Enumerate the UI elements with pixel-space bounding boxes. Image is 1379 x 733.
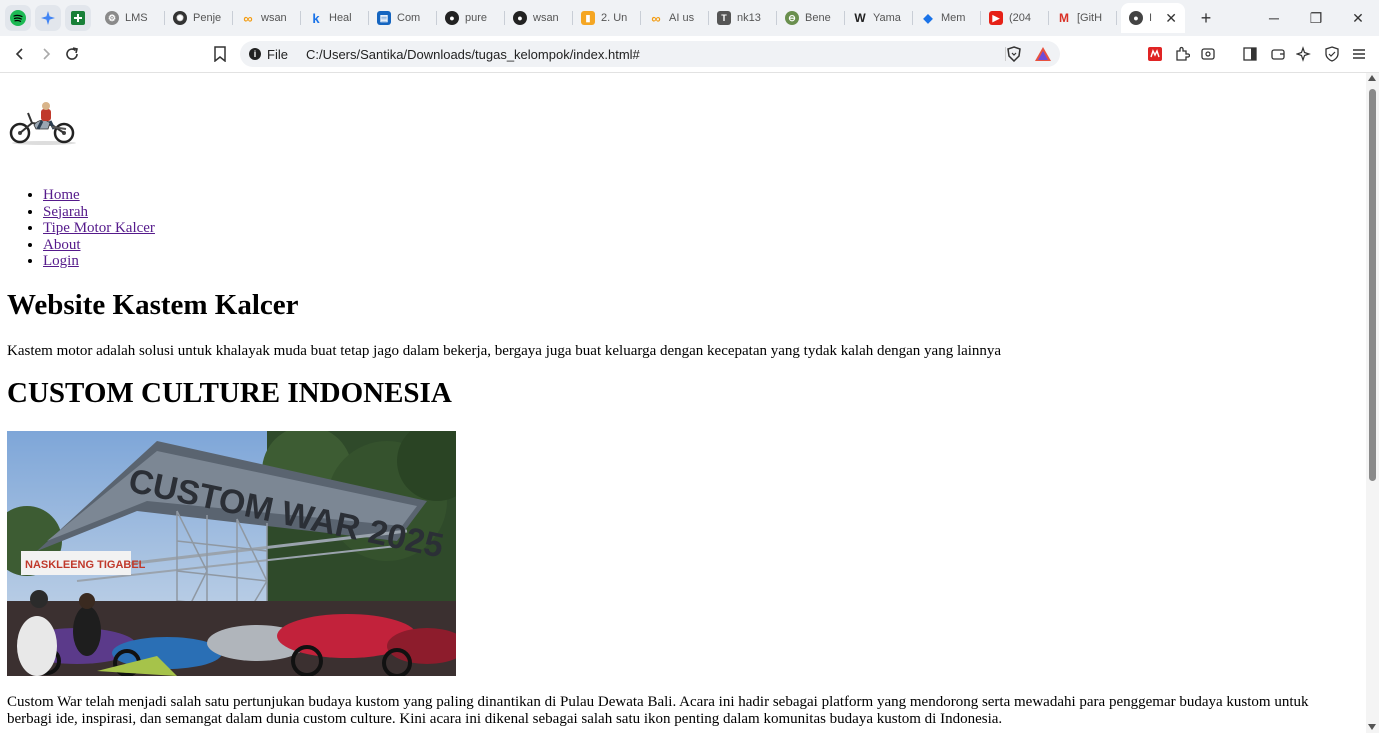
chart-icon: ▮ [581, 11, 595, 25]
sidebar-button[interactable] [1238, 42, 1262, 66]
globe-icon: ⊖ [785, 11, 799, 25]
vpn-button[interactable] [1320, 42, 1344, 66]
infinity-icon: ∞ [651, 10, 661, 26]
nav-item-about: About [43, 237, 155, 254]
nav-item-tipe-motor: Tipe Motor Kalcer [43, 220, 155, 237]
spotify-icon[interactable] [5, 5, 31, 31]
nav-link-login[interactable]: Login [43, 253, 79, 269]
tab-gmail[interactable]: M [GitH [1049, 3, 1117, 33]
nav-item-sejarah: Sejarah [43, 204, 155, 221]
nav-link-home[interactable]: Home [43, 187, 80, 203]
tab-com[interactable]: ▤ Com [369, 3, 437, 33]
url-text[interactable]: C:/Users/Santika/Downloads/tugas_kelompo… [306, 47, 640, 62]
section-heading: CUSTOM CULTURE INDONESIA [7, 377, 452, 409]
code-icon: ◆ [923, 11, 933, 25]
github-icon: ● [445, 11, 459, 25]
tab-wsan[interactable]: ∞ wsan [233, 3, 301, 33]
nav-link-tipe-motor[interactable]: Tipe Motor Kalcer [43, 220, 155, 236]
tab-2-un[interactable]: ▮ 2. Un [573, 3, 641, 33]
arrow-right-icon [43, 48, 51, 60]
page-title: Website Kastem Kalcer [7, 289, 299, 321]
new-tab-button[interactable]: + [1195, 8, 1217, 29]
tab-yama[interactable]: W Yama [845, 3, 913, 33]
bookmark-button[interactable] [208, 42, 232, 66]
tab-active[interactable]: ● I ✕ [1121, 3, 1185, 33]
ai-sparkle-icon[interactable] [35, 5, 61, 31]
sign-text: NASKLEENG TIGABEL [25, 559, 146, 571]
youtube-icon: ▶ [989, 11, 1003, 25]
restore-button[interactable]: ❐ [1295, 0, 1337, 36]
window-controls: ─ ❐ ✕ [1253, 0, 1379, 36]
tab-ai-us[interactable]: ∞ AI us [641, 3, 709, 33]
tab-bene[interactable]: ⊖ Bene [777, 3, 845, 33]
main-nav: Home Sejarah Tipe Motor Kalcer About Log… [8, 187, 155, 270]
scroll-thumb[interactable] [1369, 89, 1376, 481]
pdf-extension-button[interactable] [1143, 42, 1167, 66]
browser-toolbar: i File C:/Users/Santika/Downloads/tugas_… [0, 36, 1379, 73]
body-paragraph: Custom War telah menjadi salah satu pert… [7, 694, 1309, 727]
forward-button[interactable] [34, 42, 58, 66]
info-icon[interactable]: i [249, 48, 261, 60]
tab-list: ⚙ LMS ✺ Penje ∞ wsan k Heal ▤ Com ● pure ● wsan… [97, 3, 1217, 33]
motorcycle-logo [9, 102, 76, 145]
shield-icon [1325, 46, 1339, 62]
capture-icon [1201, 48, 1215, 60]
nav-link-about[interactable]: About [43, 237, 81, 253]
k-icon: k [312, 10, 320, 26]
intro-paragraph: Kastem motor adalah solusi untuk khalaya… [7, 343, 1002, 359]
pinned-tabs [0, 5, 91, 31]
tab-pure[interactable]: ● pure [437, 3, 505, 33]
sparkle-icon [1296, 46, 1311, 62]
tab-heal[interactable]: k Heal [301, 3, 369, 33]
book-icon: ▤ [377, 11, 391, 25]
lms-icon: ⚙ [105, 11, 119, 25]
leo-ai-button[interactable] [1292, 42, 1316, 66]
wikipedia-icon: W [854, 11, 866, 25]
shirt-icon: T [717, 11, 731, 25]
nav-link-sejarah[interactable]: Sejarah [43, 204, 88, 220]
tab-youtube[interactable]: ▶ (204 [981, 3, 1049, 33]
github-icon: ● [513, 11, 527, 25]
infinity-icon: ∞ [243, 10, 253, 26]
nav-item-home: Home [43, 187, 155, 204]
close-window-button[interactable]: ✕ [1337, 0, 1379, 36]
gmail-icon: M [1059, 11, 1069, 25]
tab-mem[interactable]: ◆ Mem [913, 3, 981, 33]
brave-shield-icon[interactable] [1006, 46, 1022, 62]
tab-penje[interactable]: ✺ Penje [165, 3, 233, 33]
address-bar[interactable]: i File C:/Users/Santika/Downloads/tugas_… [240, 41, 1060, 67]
custom-war-photo: CUSTOM WAR 2025 NASKLEENG TIGABEL [7, 431, 456, 676]
wallet-icon [1271, 49, 1285, 60]
pdf-icon [1148, 47, 1162, 61]
scroll-up-arrow[interactable] [1368, 75, 1376, 81]
page-viewport: Home Sejarah Tipe Motor Kalcer About Log… [0, 73, 1366, 733]
globe-icon: ● [1129, 11, 1143, 25]
scroll-down-arrow[interactable] [1368, 724, 1376, 730]
back-button[interactable] [8, 42, 32, 66]
sheets-icon[interactable] [65, 5, 91, 31]
reload-button[interactable] [60, 42, 84, 66]
sidebar-icon [1243, 47, 1257, 61]
menu-button[interactable] [1347, 42, 1371, 66]
close-tab-icon[interactable]: ✕ [1165, 10, 1177, 27]
page-scrollbar[interactable] [1366, 73, 1379, 733]
tab-nk13[interactable]: Tnk13 [709, 3, 777, 33]
reload-icon [66, 47, 78, 60]
arrow-left-icon [15, 48, 23, 60]
wallet-button[interactable] [1266, 42, 1290, 66]
extensions-button[interactable] [1170, 42, 1194, 66]
tab-wsan-github[interactable]: ● wsan [505, 3, 573, 33]
puzzle-icon [1176, 46, 1190, 61]
minimize-button[interactable]: ─ [1253, 0, 1295, 36]
tab-strip: ⚙ LMS ✺ Penje ∞ wsan k Heal ▤ Com ● pure ● wsan… [0, 0, 1379, 36]
openai-icon: ✺ [173, 11, 187, 25]
url-scheme: File [267, 46, 288, 62]
brave-rewards-icon[interactable] [1034, 46, 1052, 62]
hamburger-icon [1353, 49, 1365, 59]
screenshot-button[interactable] [1196, 42, 1220, 66]
nav-item-login: Login [43, 253, 155, 270]
tab-lms[interactable]: ⚙ LMS [97, 3, 165, 33]
bookmark-icon [214, 46, 226, 62]
